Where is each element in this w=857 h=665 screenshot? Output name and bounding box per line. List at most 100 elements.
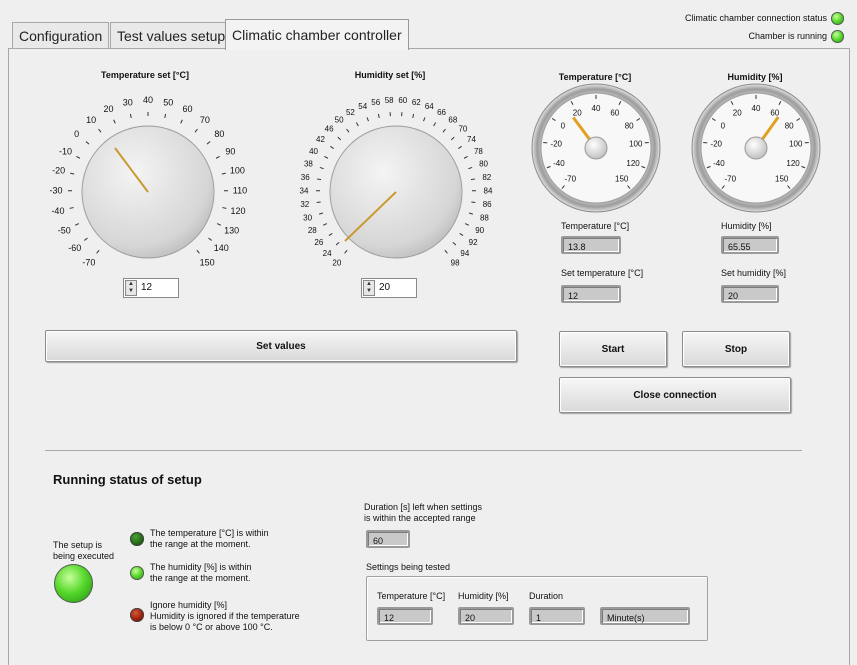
humidity-gauge-tick-label: 20 [733, 108, 742, 117]
set-temperature-label: Set temperature [°C] [561, 268, 643, 278]
temperature-knob-tick-label: -70 [82, 258, 95, 268]
duration-left-label: Duration [s] left when settings is withi… [364, 502, 482, 524]
temperature-knob-tick-label: 130 [224, 225, 239, 235]
tab-test-values-setup[interactable]: Test values setup [110, 22, 232, 49]
humidity-knob-tick-label: 30 [303, 213, 312, 222]
humidity-knob-tick [471, 202, 475, 203]
temperature-knob-tick-label: -60 [68, 243, 81, 253]
humidity-knob-tick-label: 46 [325, 125, 334, 134]
humidity-gauge-tick-label: 120 [786, 159, 800, 168]
humidity-knob-tick [338, 137, 341, 140]
temperature-gauge-tick-label: 0 [561, 121, 566, 130]
temperature-knob-tick [197, 250, 200, 253]
humidity-gauge: -70-40-20020406080100120150 [690, 82, 822, 214]
tab-configuration[interactable]: Configuration [12, 22, 109, 49]
humidity-knob-tick-label: 32 [300, 200, 309, 209]
set-humidity-readout: 20 [721, 285, 779, 303]
humidity-knob-tick [445, 250, 448, 253]
temperature-in-range-label: The temperature [°C] is within the range… [150, 528, 269, 550]
humidity-knob[interactable]: 2024262830323436384042465052545658606264… [270, 80, 520, 290]
temperature-knob-tick-label: 10 [86, 115, 96, 125]
temperature-knob-tick-label: 100 [230, 165, 245, 175]
humidity-knob-tick [330, 146, 333, 148]
duration-left-readout: 60 [366, 530, 410, 548]
start-button[interactable]: Start [559, 331, 667, 367]
ignore-humidity-led[interactable] [130, 608, 144, 622]
humidity-gauge-tick-label: 100 [789, 140, 803, 149]
humidity-knob-tick-label: 38 [304, 160, 313, 169]
temperature-knob-tick-label: 150 [200, 258, 215, 268]
humidity-set-input[interactable]: ▲▼ 20 [361, 278, 417, 298]
temperature-gauge-title: Temperature [°C] [530, 72, 660, 82]
humidity-knob-tick [413, 114, 414, 118]
settings-humidity-label: Humidity [%] [458, 591, 509, 601]
humidity-knob-tick-label: 62 [412, 98, 421, 107]
humidity-knob-tick-label: 86 [483, 200, 492, 209]
temperature-gauge-tick-label: 20 [573, 108, 582, 117]
connection-status-led [831, 12, 844, 25]
temperature-in-range-led [130, 532, 144, 546]
chamber-running-label: Chamber is running [748, 31, 827, 41]
ignore-humidity-label: Ignore humidity [%] Humidity is ignored … [150, 600, 300, 633]
temperature-knob-tick-label: -40 [51, 206, 64, 216]
humidity-readout-label: Humidity [%] [721, 221, 772, 231]
humidity-gauge-tick-label: -70 [725, 174, 737, 183]
temperature-knob-tick [114, 120, 116, 124]
temperature-knob-tick-label: 110 [233, 186, 247, 196]
temperature-knob-tick-label: 70 [200, 115, 210, 125]
humidity-knob-tick-label: 98 [451, 258, 460, 267]
close-connection-button[interactable]: Close connection [559, 377, 791, 413]
humidity-knob-tick [423, 117, 424, 121]
humidity-gauge-tick-label: 0 [721, 121, 726, 130]
temperature-knob-tick [99, 129, 101, 132]
humidity-knob-tick-label: 68 [448, 115, 457, 124]
temperature-knob-tick-label: 80 [214, 129, 224, 139]
settings-being-tested-label: Settings being tested [366, 562, 450, 572]
temperature-gauge-tick-label: 40 [592, 104, 601, 113]
humidity-knob-tick-label: 36 [301, 173, 310, 182]
temperature-knob-tick-label: -10 [59, 146, 72, 156]
humidity-gauge-tick-label: -40 [713, 159, 725, 168]
spin-arrows-icon[interactable]: ▲▼ [363, 280, 375, 296]
humidity-knob-tick-label: 74 [467, 135, 476, 144]
humidity-in-range-label: The humidity [%] is within the range at … [150, 562, 252, 584]
humidity-knob-tick-label: 60 [398, 96, 407, 105]
temperature-knob[interactable]: -70-60-50-40-30-20-100102030405060708090… [20, 80, 270, 290]
temperature-knob-tick [208, 238, 211, 240]
temperature-knob-tick-label: 90 [225, 146, 235, 156]
temperature-gauge-tick-label: -40 [553, 159, 565, 168]
temperature-gauge-tick-label: 100 [629, 140, 643, 149]
tab-climatic-chamber-controller[interactable]: Climatic chamber controller [225, 19, 409, 50]
humidity-knob-title: Humidity set [%] [305, 70, 475, 80]
temperature-gauge-tick-label: 150 [615, 174, 629, 183]
temperature-knob-tick [86, 142, 89, 145]
humidity-knob-tick [345, 250, 348, 253]
humidity-knob-tick-label: 70 [458, 125, 467, 134]
settings-temperature-label: Temperature [°C] [377, 591, 445, 601]
set-values-button[interactable]: Set values [45, 330, 517, 362]
spin-arrows-icon[interactable]: ▲▼ [125, 280, 137, 296]
humidity-gauge-tick-label: 150 [775, 174, 789, 183]
temperature-knob-tick-label: 30 [123, 97, 133, 107]
humidity-gauge-tick-label: 60 [770, 108, 779, 117]
temperature-knob-tick-label: 60 [183, 104, 193, 114]
humidity-knob-tick [469, 213, 473, 214]
temperature-knob-tick [217, 224, 221, 226]
temperature-knob-tick-label: 20 [103, 104, 113, 114]
humidity-knob-tick [468, 167, 472, 168]
humidity-knob-tick-label: 40 [309, 147, 318, 156]
temperature-set-input[interactable]: ▲▼ 12 [123, 278, 179, 298]
humidity-knob-tick-label: 64 [425, 102, 434, 111]
humidity-knob-tick [336, 242, 339, 245]
temperature-knob-tick [195, 129, 197, 132]
humidity-knob-tick [460, 233, 463, 235]
humidity-knob-tick [434, 123, 436, 126]
settings-duration-label: Duration [529, 591, 563, 601]
stop-button[interactable]: Stop [682, 331, 790, 367]
humidity-knob-tick-label: 66 [437, 108, 446, 117]
humidity-knob-tick-label: 94 [460, 249, 469, 258]
temperature-gauge-tick-label: 120 [626, 159, 640, 168]
temperature-knob-tick-label: 40 [143, 95, 153, 105]
humidity-knob-tick [378, 114, 379, 118]
connection-status-label: Climatic chamber connection status [685, 13, 827, 23]
